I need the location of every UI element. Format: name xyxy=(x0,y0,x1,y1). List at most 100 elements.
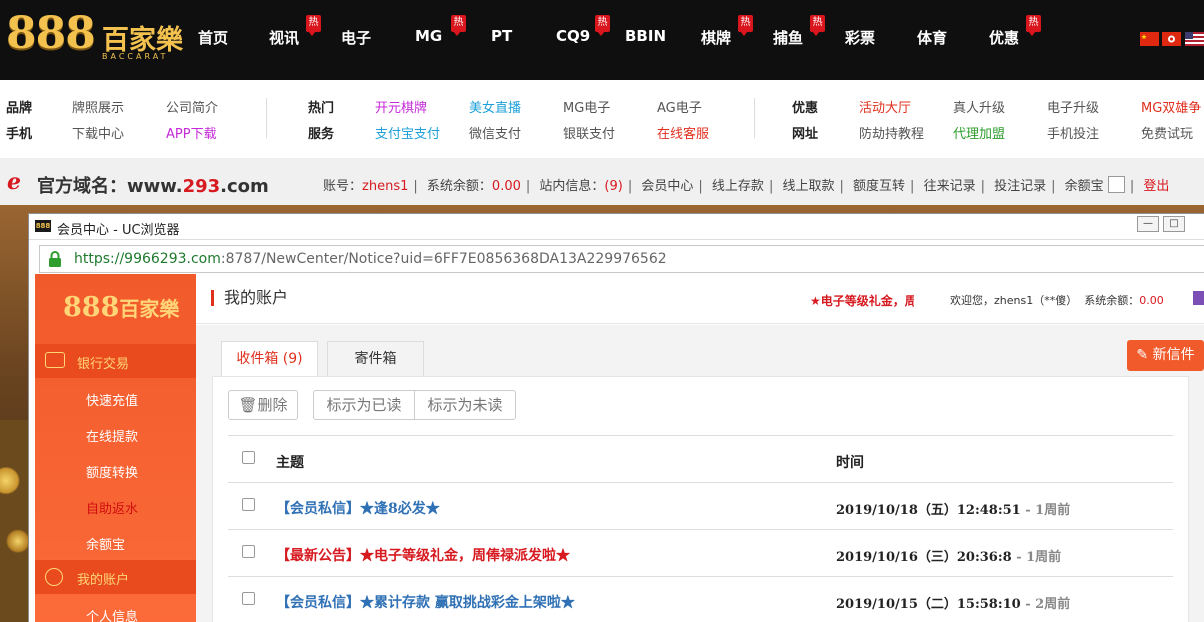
link-withdraw[interactable]: 线上取款 xyxy=(782,179,834,194)
submenu-kaiyuan[interactable]: 开元棋牌 xyxy=(375,97,427,116)
hk-flag-icon[interactable] xyxy=(1162,32,1181,46)
balance-value: 0.00 xyxy=(491,179,521,194)
link-yuebao[interactable]: 余额宝 xyxy=(1065,179,1104,194)
nav-pt[interactable]: PT xyxy=(491,27,512,45)
sidebar-item-transfer[interactable]: 额度转换 xyxy=(86,462,138,481)
submenu-mg-slots[interactable]: MG电子 xyxy=(563,97,610,116)
announcement-marquee[interactable]: ★电子等级礼金，周俸禄派发啦★ xyxy=(810,292,914,309)
submenu-support[interactable]: 在线客服 xyxy=(657,123,709,142)
row-checkbox[interactable] xyxy=(242,545,255,558)
link-history[interactable]: 往来记录 xyxy=(924,179,976,194)
logout-link[interactable]: 登出 xyxy=(1143,179,1169,194)
new-mail-button[interactable]: ✎ 新信件 xyxy=(1127,340,1204,371)
submenu-license[interactable]: 牌照展示 xyxy=(72,97,124,116)
submenu-url: 网址 xyxy=(792,127,819,142)
sidebar-item-rebate[interactable]: 自助返水 xyxy=(86,498,138,517)
sidebar-item-profile[interactable]: 个人信息 xyxy=(86,606,138,622)
link-deposit[interactable]: 线上存款 xyxy=(712,179,764,194)
maximize-button[interactable]: □ xyxy=(1163,216,1185,232)
submenu-app[interactable]: APP下载 xyxy=(166,123,217,142)
sidebar-item-quick-deposit[interactable]: 快速充值 xyxy=(86,390,138,409)
submenu-hot: 热门 xyxy=(308,101,335,116)
member-header: 我的账户 ★电子等级礼金，周俸禄派发啦★ 欢迎您，zhens1（**傻） 系统余… xyxy=(196,274,1204,324)
column-subject: 主题 xyxy=(276,455,304,471)
table-row[interactable]: 【会员私信】★累计存款 赢取挑战彩金上架啦★ 2019/10/15（二）15:5… xyxy=(228,576,1173,622)
column-time: 时间 xyxy=(836,455,864,471)
sidebar-group-bank[interactable]: 银行交易 xyxy=(35,344,196,378)
mark-unread-button[interactable]: 标示为未读 xyxy=(414,390,516,420)
nav-home[interactable]: 首页 xyxy=(198,27,228,48)
nav-slots[interactable]: 电子 xyxy=(341,27,371,48)
submenu-agent[interactable]: 代理加盟 xyxy=(953,123,1005,142)
nav-chess[interactable]: 棋牌 xyxy=(701,27,731,48)
page-title: 我的账户 xyxy=(211,290,288,306)
mail-time: 2019/10/16（三）20:36:8 - 1周前 xyxy=(836,550,1062,565)
row-checkbox[interactable] xyxy=(242,498,255,511)
submenu-mobile-bet[interactable]: 手机投注 xyxy=(1047,123,1099,142)
message-count[interactable]: (9) xyxy=(604,179,622,194)
mail-subject[interactable]: 【最新公告】★电子等级礼金，周俸禄派发啦★ xyxy=(276,545,570,565)
submenu-service: 服务 xyxy=(308,127,335,142)
nav-sports[interactable]: 体育 xyxy=(917,27,947,48)
address-bar[interactable]: https://9966293.com:8787/NewCenter/Notic… xyxy=(39,245,1204,273)
sidebar-group-account[interactable]: 我的账户 xyxy=(35,560,196,594)
us-flag-icon[interactable] xyxy=(1185,32,1204,46)
delete-button[interactable]: 🗑删除 xyxy=(228,390,298,420)
submenu-live-stream[interactable]: 美女直播 xyxy=(469,97,521,116)
lock-icon xyxy=(49,251,61,267)
status-square xyxy=(1193,291,1204,305)
sidebar-item-yuebao[interactable]: 余额宝 xyxy=(86,534,125,553)
submenu-download[interactable]: 下载中心 xyxy=(72,123,124,142)
browser-window: 888 会员中心 - UC浏览器 — □ https://9966293.com… xyxy=(28,213,1204,622)
nav-promotions[interactable]: 优惠 xyxy=(989,27,1019,48)
nav-lottery[interactable]: 彩票 xyxy=(845,27,875,48)
submenu-free-trial[interactable]: 免费试玩 xyxy=(1141,123,1193,142)
sidebar-item-withdraw[interactable]: 在线提款 xyxy=(86,426,138,445)
nav-bbin[interactable]: BBIN xyxy=(625,27,666,45)
submenu-anti-hijack[interactable]: 防劫持教程 xyxy=(859,123,924,142)
submenu-slots-upgrade[interactable]: 电子升级 xyxy=(1047,97,1099,116)
submenu-about[interactable]: 公司简介 xyxy=(166,97,218,116)
submenu-unionpay[interactable]: 银联支付 xyxy=(563,123,615,142)
top-nav: 888 百家樂 BACCARAT 首页 视讯 热 电子 MG 热 PT CQ9 … xyxy=(0,0,1204,80)
mark-read-button[interactable]: 标示为已读 xyxy=(313,390,415,420)
submenu-events[interactable]: 活动大厅 xyxy=(859,97,911,116)
link-bet-records[interactable]: 投注记录 xyxy=(994,179,1046,194)
link-transfer[interactable]: 额度互转 xyxy=(853,179,905,194)
wallet-icon xyxy=(45,352,65,368)
table-row[interactable]: 【会员私信】★逢8必发★ 2019/10/18（五）12:48:51 - 1周前 xyxy=(228,482,1173,529)
site-logo[interactable]: 888 百家樂 BACCARAT xyxy=(2,6,192,74)
logo-number: 888 xyxy=(6,8,96,59)
row-checkbox[interactable] xyxy=(242,592,255,605)
nav-fishing[interactable]: 捕鱼 xyxy=(773,27,803,48)
window-titlebar[interactable]: 888 会员中心 - UC浏览器 — □ xyxy=(29,214,1204,240)
minimize-button[interactable]: — xyxy=(1137,216,1159,232)
nav-mg[interactable]: MG xyxy=(415,27,442,45)
mail-subject[interactable]: 【会员私信】★累计存款 赢取挑战彩金上架啦★ xyxy=(276,592,575,612)
submenu-ag-slots[interactable]: AG电子 xyxy=(657,97,702,116)
divider xyxy=(754,98,755,138)
zh-cn-flag-icon[interactable] xyxy=(1140,32,1159,46)
table-row[interactable]: 【最新公告】★电子等级礼金，周俸禄派发啦★ 2019/10/16（三）20:36… xyxy=(228,529,1173,576)
submenu-wechat[interactable]: 微信支付 xyxy=(469,123,521,142)
submenu-live-upgrade[interactable]: 真人升级 xyxy=(953,97,1005,116)
window-app-icon: 888 xyxy=(35,220,51,232)
submenu-mobile: 手机 xyxy=(6,127,33,142)
hot-badge: 热 xyxy=(451,15,466,36)
submenu-alipay[interactable]: 支付宝支付 xyxy=(375,123,440,142)
link-member-center[interactable]: 会员中心 xyxy=(641,179,693,194)
nav-live[interactable]: 视讯 xyxy=(269,27,299,48)
broken-image-icon[interactable] xyxy=(1107,176,1125,193)
submenu-mg-double[interactable]: MG双雄争 xyxy=(1141,97,1201,116)
mail-panel: 🗑删除 标示为已读 标示为未读 主题 时间 【会员私信】★逢8必发★ 2019/… xyxy=(212,376,1189,622)
hot-badge: 热 xyxy=(1026,15,1041,36)
tab-inbox[interactable]: 收件箱 (9) xyxy=(221,341,318,377)
hot-badge: 热 xyxy=(595,15,610,36)
tab-sent[interactable]: 寄件箱 xyxy=(327,341,424,376)
mail-subject[interactable]: 【会员私信】★逢8必发★ xyxy=(276,498,440,518)
select-all-checkbox[interactable] xyxy=(242,451,255,464)
account-bar: e 官方域名：www.293.com 账号：zhens1 | 系统余额：0.00 |… xyxy=(0,158,1204,205)
submenu-promo: 优惠 xyxy=(792,101,819,116)
nav-cq9[interactable]: CQ9 xyxy=(556,27,590,45)
url-text[interactable]: https://9966293.com:8787/NewCenter/Notic… xyxy=(74,251,667,267)
